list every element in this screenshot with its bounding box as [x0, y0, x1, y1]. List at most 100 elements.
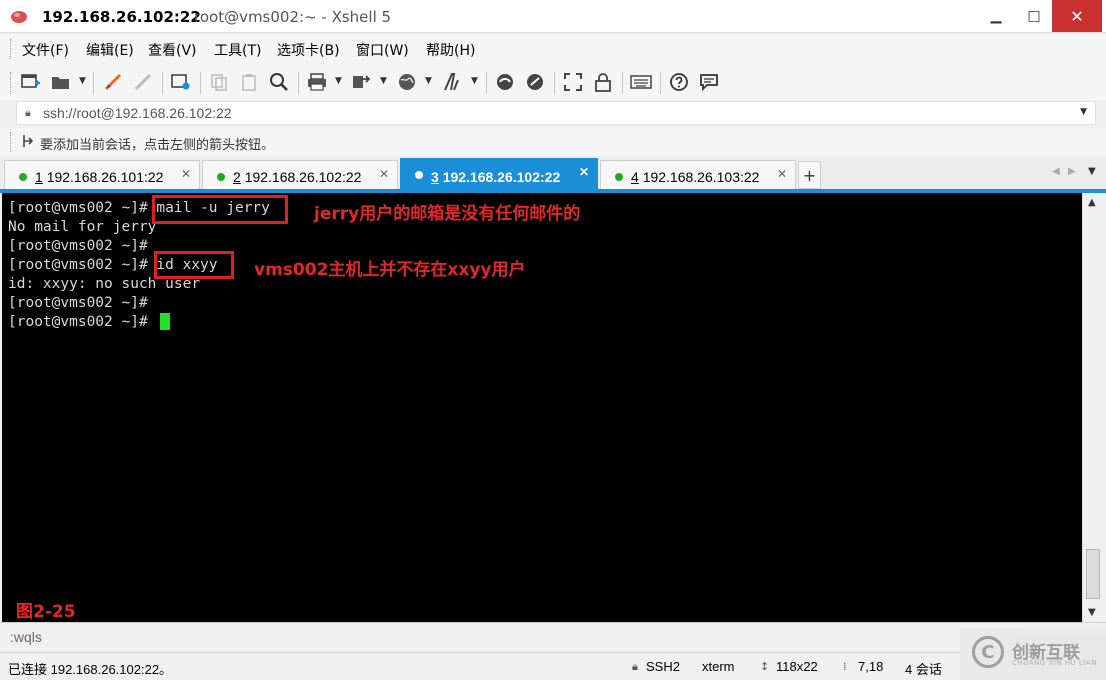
maximize-icon: □ — [1027, 8, 1041, 24]
paste-icon[interactable] — [238, 71, 260, 93]
minimize-icon: ▁ — [990, 8, 1002, 24]
open-dropdown-icon[interactable]: ▼ — [79, 76, 86, 86]
address-bar[interactable]: 🔒︎ ssh://root@192.168.26.102:22 ▼ — [16, 101, 1096, 125]
xshell-app-icon — [11, 11, 27, 23]
chevron-down-icon[interactable]: ▼ — [1080, 107, 1087, 117]
close-icon[interactable]: ✕ — [579, 165, 589, 179]
menu-file[interactable]: 文件(F) — [22, 40, 69, 60]
print-dropdown-icon[interactable]: ▼ — [335, 76, 342, 86]
session-properties-icon[interactable] — [170, 71, 192, 93]
chat-icon[interactable] — [698, 71, 720, 93]
toolbar-separator — [200, 72, 201, 94]
tab-session-3[interactable]: 3 192.168.26.102:22 ✕ — [400, 158, 598, 191]
tab-label: 192.168.26.102:22 — [244, 169, 362, 185]
transfer-icon[interactable] — [350, 71, 372, 93]
highlight-box-id — [154, 251, 234, 279]
tab-label: 192.168.26.101:22 — [46, 169, 164, 185]
scrollbar-thumb[interactable] — [1086, 549, 1100, 599]
connected-dot-icon — [217, 173, 225, 181]
lock-icon: 🔒︎ — [25, 106, 31, 119]
menu-view[interactable]: 查看(V) — [148, 40, 197, 60]
scroll-down-icon[interactable]: ▼ — [1088, 607, 1096, 618]
cursor-position-icon: ⁞ — [843, 660, 847, 673]
connected-dot-icon — [615, 173, 623, 181]
figure-label: 图2-25 — [16, 602, 76, 622]
terminal-line: [root@vms002 ~]# — [8, 314, 157, 330]
annotation-id: vms002主机上并不存在xxyy用户 — [254, 260, 526, 280]
hint-grip — [10, 132, 13, 152]
font-dropdown-icon[interactable]: ▼ — [471, 76, 478, 86]
session-count-status: 4 会话 — [905, 662, 942, 677]
toolbar-grip — [10, 72, 13, 94]
close-icon[interactable]: ✕ — [379, 167, 389, 181]
annotation-mail: jerry用户的邮箱是没有任何邮件的 — [314, 204, 581, 224]
toolbar-separator — [660, 72, 661, 94]
toolbar-separator — [622, 72, 623, 94]
tab-session-4[interactable]: 4 192.168.26.103:22 ✕ — [600, 160, 796, 191]
compose-bar[interactable]: :wqls — [0, 622, 1106, 652]
transfer-dropdown-icon[interactable]: ▼ — [380, 76, 387, 86]
status-bar: 已连接 192.168.26.102:22。 🔒︎ SSH2 xterm ↕ 1… — [0, 652, 1106, 680]
terminal-type-status: xterm — [702, 659, 735, 674]
tab-session-2[interactable]: 2 192.168.26.102:22 ✕ — [202, 160, 398, 191]
add-session-arrow-icon[interactable] — [22, 134, 34, 152]
highlight-box-mail — [152, 195, 288, 224]
hint-text: 要添加当前会话，点击左侧的箭头按钮。 — [40, 138, 275, 153]
scroll-up-icon[interactable]: ▲ — [1088, 197, 1096, 208]
new-session-icon[interactable] — [20, 71, 42, 93]
tab-bar: 1 192.168.26.101:22 ✕ 2 192.168.26.102:2… — [0, 158, 1106, 191]
fullscreen-icon[interactable] — [562, 71, 584, 93]
copy-icon[interactable] — [208, 71, 230, 93]
globe-icon[interactable] — [396, 71, 418, 93]
window-title-host: 192.168.26.102:22 — [42, 8, 201, 26]
find-icon[interactable] — [268, 71, 290, 93]
xftp-icon[interactable] — [494, 71, 516, 93]
lock-icon: 🔒︎ — [632, 660, 638, 673]
menu-tools[interactable]: 工具(T) — [214, 40, 261, 60]
disconnect-icon[interactable] — [132, 71, 154, 93]
compose-input[interactable]: :wqls — [10, 629, 42, 645]
tab-list-dropdown-icon[interactable]: ▼ — [1088, 166, 1096, 177]
toolbar-separator — [93, 72, 94, 94]
globe-dropdown-icon[interactable]: ▼ — [425, 76, 432, 86]
reconnect-icon[interactable] — [102, 71, 124, 93]
minimize-button[interactable]: ▁ — [978, 0, 1014, 32]
close-icon[interactable]: ✕ — [181, 167, 191, 181]
menu-window[interactable]: 窗口(W) — [356, 40, 409, 60]
cursor-position-status: 7,18 — [858, 659, 884, 674]
maximize-button[interactable]: □ — [1016, 0, 1052, 32]
help-icon[interactable] — [668, 71, 690, 93]
tab-scroll-left-icon[interactable]: ◀ — [1052, 166, 1060, 177]
toolbar-separator — [486, 72, 487, 94]
toolbar-separator — [162, 72, 163, 94]
watermark-name-en: CHUANG XIN HU LIAN — [1012, 659, 1097, 667]
connected-dot-icon — [19, 173, 27, 181]
add-tab-button[interactable]: + — [798, 161, 821, 189]
window-title: root@vms002:~ - Xshell 5 — [194, 8, 392, 26]
terminal-cursor — [160, 313, 170, 330]
watermark-icon: C — [972, 636, 1004, 668]
menu-help[interactable]: 帮助(H) — [426, 40, 475, 60]
tab-index: 3 — [431, 169, 439, 185]
font-icon[interactable] — [442, 71, 464, 93]
open-folder-icon[interactable] — [50, 71, 72, 93]
terminal-area[interactable]: [root@vms002 ~]# mail -u jerry No mail f… — [2, 193, 1082, 622]
tab-scroll-right-icon[interactable]: ▶ — [1068, 166, 1076, 177]
xmanager-icon[interactable] — [524, 71, 546, 93]
menu-tabs[interactable]: 选项卡(B) — [277, 40, 340, 60]
menu-bar: 文件(F) 编辑(E) 查看(V) 工具(T) 选项卡(B) 窗口(W) 帮助(… — [0, 34, 1106, 64]
keyboard-icon[interactable] — [630, 71, 652, 93]
toolbar-separator — [554, 72, 555, 94]
tab-index: 2 — [233, 169, 241, 185]
close-icon[interactable]: ✕ — [777, 167, 787, 181]
menu-edit[interactable]: 编辑(E) — [86, 40, 134, 60]
resize-icon: ↕ — [760, 660, 770, 673]
tab-session-1[interactable]: 1 192.168.26.101:22 ✕ — [4, 160, 200, 191]
terminal-scrollbar[interactable]: ▲ ▼ — [1082, 193, 1102, 622]
lock-icon[interactable] — [592, 71, 614, 93]
address-input[interactable]: ssh://root@192.168.26.102:22 — [43, 105, 232, 121]
tab-index: 1 — [35, 169, 43, 185]
close-button[interactable]: ✕ — [1052, 0, 1102, 32]
print-icon[interactable] — [306, 71, 328, 93]
connected-dot-icon — [415, 171, 423, 179]
